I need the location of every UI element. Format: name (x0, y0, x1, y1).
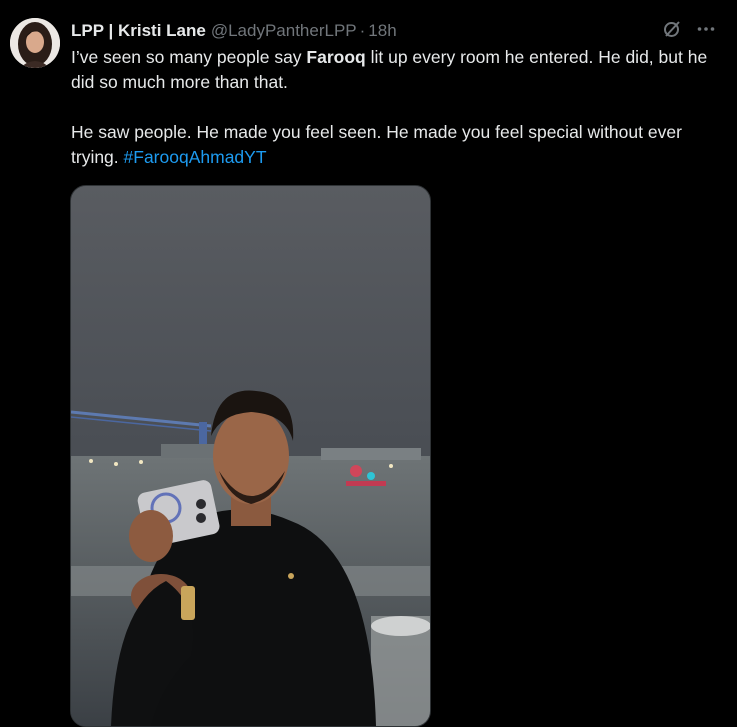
author-handle[interactable]: @LadyPantherLPP (211, 21, 357, 41)
tweet-header: LPP | Kristi Lane @LadyPantherLPP · 18h (71, 20, 397, 42)
author-name[interactable]: LPP | Kristi Lane (71, 21, 206, 41)
text-bold-name: Farooq (306, 47, 366, 67)
author-avatar[interactable] (10, 18, 60, 68)
tweet-media[interactable] (70, 185, 431, 727)
separator-dot: · (359, 21, 366, 40)
text-segment: I’ve seen so many people say (71, 47, 307, 67)
tweet[interactable]: LPP | Kristi Lane @LadyPantherLPP · 18h … (0, 0, 737, 727)
hashtag-link[interactable]: #FarooqAhmadYT (124, 147, 267, 167)
tweet-text: I’ve seen so many people say Farooq lit … (71, 45, 711, 170)
timestamp[interactable]: 18h (368, 21, 396, 41)
tweet-paragraph-2: He saw people. He made you feel seen. He… (71, 120, 711, 170)
grok-icon[interactable] (661, 18, 683, 40)
more-icon[interactable] (695, 18, 717, 40)
tweet-paragraph-1: I’ve seen so many people say Farooq lit … (71, 45, 711, 95)
tweet-actions (661, 18, 717, 40)
